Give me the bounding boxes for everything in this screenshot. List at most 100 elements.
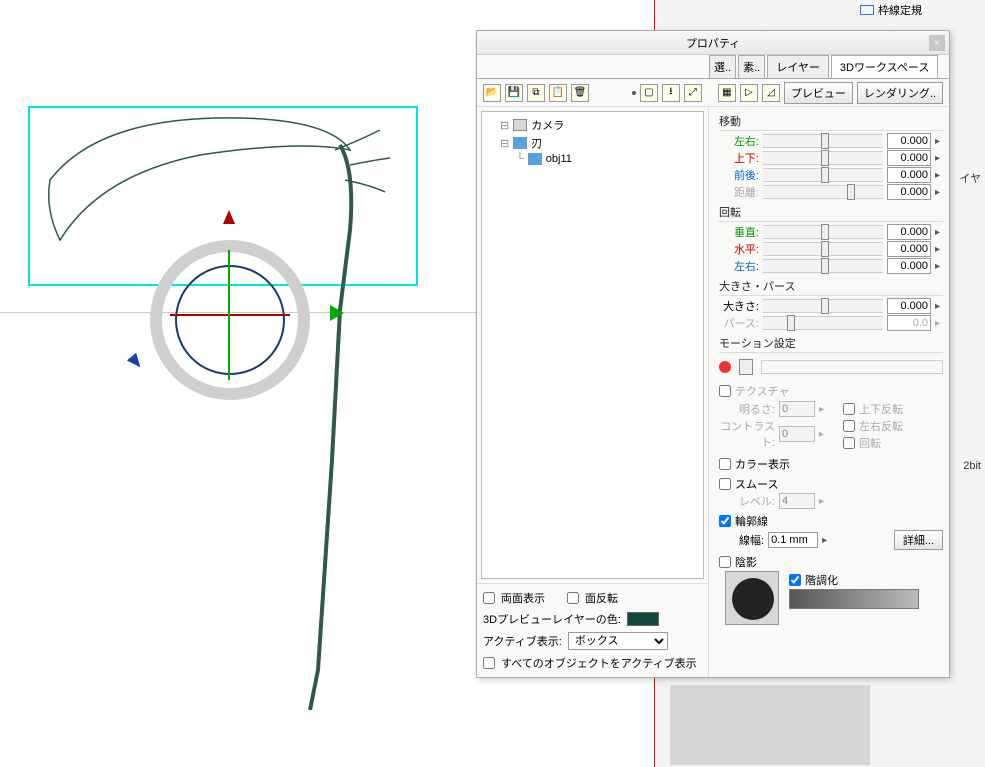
play-icon[interactable]: ▷ <box>740 84 758 102</box>
spinner-icon[interactable]: ▸ <box>935 227 943 238</box>
tone-checkbox[interactable] <box>789 574 801 586</box>
face-flip-checkbox[interactable] <box>567 592 579 604</box>
move-ud-slider[interactable] <box>763 151 883 165</box>
spinner-icon[interactable]: ▸ <box>935 244 943 255</box>
tab-layer[interactable]: レイヤー <box>767 55 829 78</box>
move-fb-input[interactable] <box>887 167 931 183</box>
flip-ud-label: 上下反転 <box>859 401 903 417</box>
tab-material[interactable]: 素.. <box>738 55 765 78</box>
rot-vert-label: 垂直: <box>719 224 759 240</box>
scale-size-input[interactable] <box>887 298 931 314</box>
spinner-icon: ▸ <box>935 318 943 329</box>
spinner-icon: ▸ <box>819 496 827 507</box>
tab-3d-workspace[interactable]: 3Dワークスペース <box>831 55 938 78</box>
move-dist-input[interactable] <box>887 184 931 200</box>
tree-node-camera[interactable]: ⊟カメラ <box>486 116 699 134</box>
move-lr-slider[interactable] <box>763 134 883 148</box>
manipulator-ring-inner[interactable] <box>175 265 285 375</box>
tree-label: 刃 <box>531 135 542 151</box>
group-header-motion: モーション設定 <box>719 335 943 353</box>
tool-expand-icon[interactable]: ⤢ <box>684 84 702 102</box>
scale-size-slider[interactable] <box>763 299 883 313</box>
flip-lr-label: 左右反転 <box>859 418 903 434</box>
line-width-input[interactable] <box>768 532 818 548</box>
move-lr-input[interactable] <box>887 133 931 149</box>
flip-lr-checkbox <box>843 420 855 432</box>
shadow-checkbox[interactable] <box>719 556 731 568</box>
tree-node-blade[interactable]: ⊟刃 <box>486 134 699 152</box>
ruler-tool-item[interactable]: 枠線定規 <box>860 2 922 18</box>
move-dist-slider[interactable] <box>763 185 883 199</box>
smooth-level-label: レベル: <box>719 493 775 509</box>
scale-pers-label: パース: <box>719 315 759 331</box>
rotate-checkbox <box>843 437 855 449</box>
copy-icon[interactable]: ⧉ <box>527 84 545 102</box>
motion-slider[interactable] <box>761 360 943 374</box>
object-icon <box>528 153 542 165</box>
shadow-preview <box>725 571 779 625</box>
rot-vert-input[interactable] <box>887 224 931 240</box>
spinner-icon[interactable]: ▸ <box>935 301 943 312</box>
object-tree[interactable]: ⊟カメラ ⊟刃 └obj11 <box>481 111 704 579</box>
rendering-button[interactable]: レンダリング.. <box>857 82 943 104</box>
grid-icon[interactable]: ▦ <box>718 84 736 102</box>
smooth-checkbox[interactable] <box>719 478 731 490</box>
all-active-checkbox[interactable] <box>483 657 495 669</box>
save-icon[interactable]: 💾 <box>505 84 523 102</box>
close-button[interactable]: × <box>929 35 945 51</box>
tree-node-obj11[interactable]: └obj11 <box>486 152 699 166</box>
transform-manipulator[interactable] <box>140 200 340 430</box>
dot-icon[interactable] <box>632 91 636 95</box>
properties-list: 移動 左右:▸ 上下:▸ 前後:▸ 距離:▸ 回転 垂直:▸ 水平:▸ 左右:▸… <box>709 107 949 677</box>
rot-horiz-label: 水平: <box>719 241 759 257</box>
rot-horiz-slider[interactable] <box>763 242 883 256</box>
both-faces-checkbox[interactable] <box>483 592 495 604</box>
camera-icon <box>513 119 527 131</box>
tone-bar[interactable] <box>789 589 919 609</box>
spinner-icon[interactable]: ▸ <box>935 187 943 198</box>
manipulator-x-axis[interactable] <box>170 314 290 316</box>
delete-icon[interactable]: 🗑 <box>571 84 589 102</box>
open-icon[interactable]: 📂 <box>483 84 501 102</box>
preview-button[interactable]: プレビュー <box>784 82 853 104</box>
texture-checkbox <box>719 385 731 397</box>
rot-lr-input[interactable] <box>887 258 931 274</box>
contrast-input <box>779 426 815 442</box>
record-icon[interactable] <box>719 361 731 373</box>
ruler-label: 枠線定規 <box>878 2 922 18</box>
tool-square-icon[interactable]: ▢ <box>640 84 658 102</box>
move-ud-input[interactable] <box>887 150 931 166</box>
rot-vert-slider[interactable] <box>763 225 883 239</box>
both-faces-label: 両面表示 <box>501 590 545 606</box>
detail-button[interactable]: 詳細... <box>894 530 943 550</box>
color-display-label: カラー表示 <box>735 456 790 472</box>
brightness-input <box>779 401 815 417</box>
spinner-icon[interactable]: ▸ <box>822 535 830 546</box>
paste-icon[interactable]: 📋 <box>549 84 567 102</box>
manipulator-y-axis[interactable] <box>228 250 230 380</box>
trash-icon[interactable] <box>739 359 753 375</box>
manipulator-z-handle[interactable] <box>330 305 344 321</box>
scale-size-label: 大きさ: <box>719 298 759 314</box>
rot-horiz-input[interactable] <box>887 241 931 257</box>
outline-checkbox[interactable] <box>719 515 731 527</box>
face-flip-label: 面反転 <box>585 590 618 606</box>
spinner-icon[interactable]: ▸ <box>935 170 943 181</box>
panel-titlebar[interactable]: プロパティ × <box>477 31 949 55</box>
spinner-icon: ▸ <box>819 429 827 440</box>
ground-icon[interactable]: ◿ <box>762 84 780 102</box>
spinner-icon[interactable]: ▸ <box>935 153 943 164</box>
color-display-checkbox[interactable] <box>719 458 731 470</box>
rot-lr-slider[interactable] <box>763 259 883 273</box>
tool-down-icon[interactable]: ⭳ <box>662 84 680 102</box>
spinner-icon[interactable]: ▸ <box>935 136 943 147</box>
group-header-scale: 大きさ・パース <box>719 278 943 296</box>
outline-label: 輪郭線 <box>735 513 768 529</box>
active-display-select[interactable]: ボックス <box>568 632 668 650</box>
move-dist-label: 距離: <box>719 184 759 200</box>
tab-selection[interactable]: 選.. <box>709 55 736 78</box>
preview-color-swatch[interactable] <box>627 612 659 626</box>
spinner-icon[interactable]: ▸ <box>935 261 943 272</box>
group-header-rotate: 回転 <box>719 204 943 222</box>
move-fb-slider[interactable] <box>763 168 883 182</box>
